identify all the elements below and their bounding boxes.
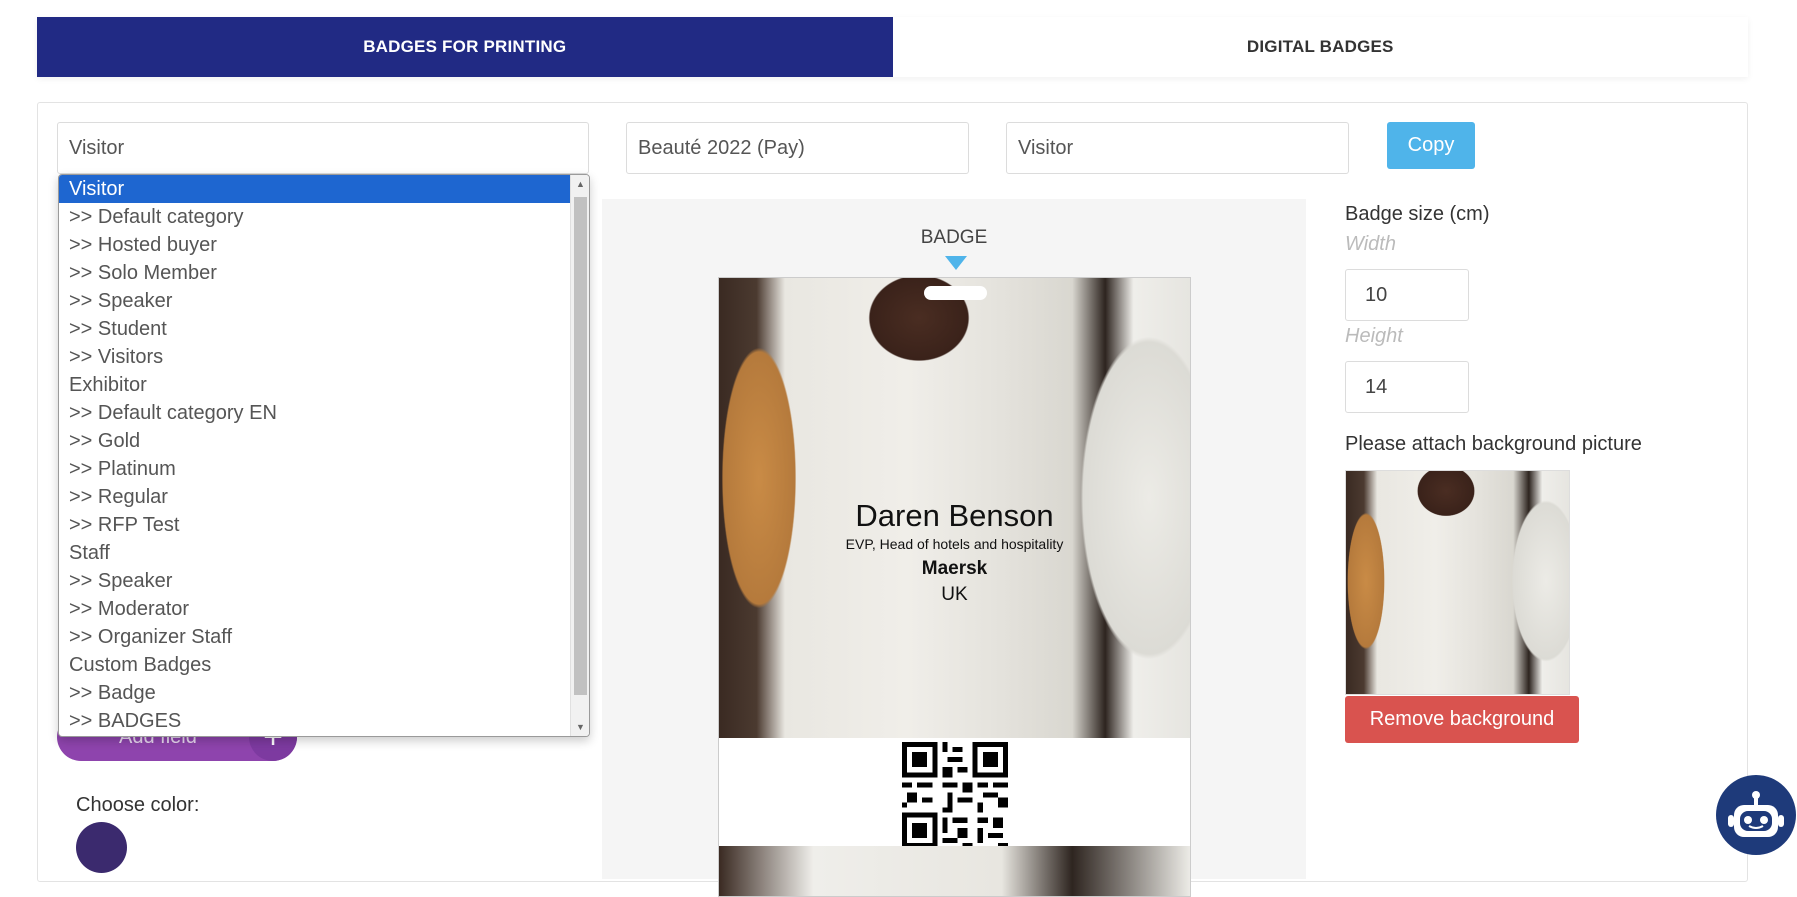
badge-country[interactable]: UK <box>719 584 1190 606</box>
height-label: Height <box>1345 325 1403 347</box>
qr-code-icon <box>902 742 1008 848</box>
badge-job-title[interactable]: EVP, Head of hotels and hospitality <box>719 536 1190 552</box>
color-swatch[interactable] <box>76 822 127 873</box>
dropdown-option[interactable]: >> Speaker <box>59 287 570 315</box>
dropdown-option[interactable]: >> BADGES <box>59 707 570 735</box>
dropdown-option[interactable]: >> Organizer Staff <box>59 623 570 651</box>
remove-background-button[interactable]: Remove background <box>1345 696 1579 743</box>
dropdown-option[interactable]: >> Badge <box>59 679 570 707</box>
badge-preview: BADGE Daren Benson EVP, Head of hotels a… <box>602 199 1306 897</box>
copy-button[interactable]: Copy <box>1387 122 1475 169</box>
category-select[interactable]: Visitor <box>57 122 589 174</box>
dropdown-option[interactable]: Exhibitor <box>59 371 570 399</box>
scroll-down-icon[interactable]: ▼ <box>571 718 589 736</box>
dropdown-option[interactable]: >> Platinum <box>59 455 570 483</box>
scroll-up-icon[interactable]: ▲ <box>571 175 589 193</box>
dropdown-option[interactable]: >> Student <box>59 315 570 343</box>
tab-badges-for-printing[interactable]: BADGES FOR PRINTING <box>37 17 893 77</box>
tab-digital-badges[interactable]: DIGITAL BADGES <box>892 17 1748 77</box>
dropdown-option[interactable]: >> Speaker <box>59 567 570 595</box>
category-dropdown-list[interactable]: Visitor >> Default category >> Hosted buye… <box>58 174 590 737</box>
dropdown-option[interactable]: >> Hosted buyer <box>59 231 570 259</box>
width-label: Width <box>1345 233 1396 255</box>
dropdown-option[interactable]: >> Default category <box>59 203 570 231</box>
target-category-select[interactable]: Visitor <box>1006 122 1349 174</box>
badge-size-title: Badge size (cm) <box>1345 203 1490 225</box>
height-input[interactable]: 14 <box>1345 361 1469 413</box>
dropdown-option[interactable]: >> Default category EN <box>59 399 570 427</box>
badge-arrow-icon <box>945 256 967 270</box>
scrollbar-thumb[interactable] <box>574 197 587 695</box>
dropdown-option[interactable]: Visitor <box>59 175 570 203</box>
dropdown-option[interactable]: Custom Badges <box>59 651 570 679</box>
dropdown-option[interactable]: >> Visitors <box>59 343 570 371</box>
attach-background-label: Please attach background picture <box>1345 433 1642 455</box>
dropdown-option[interactable]: Staff <box>59 539 570 567</box>
dropdown-option[interactable]: >> Solo Member <box>59 259 570 287</box>
chatbot-button[interactable] <box>1716 775 1796 855</box>
badge-qr-area <box>719 738 1190 848</box>
choose-color-label: Choose color: <box>76 794 200 816</box>
badge-lanyard-slot <box>924 286 987 300</box>
category-options: Visitor >> Default category >> Hosted buye… <box>59 175 570 735</box>
dropdown-option[interactable]: >> Moderator <box>59 595 570 623</box>
dropdown-option[interactable]: >> Regular <box>59 483 570 511</box>
badge-company[interactable]: Maersk <box>719 558 1190 580</box>
badge-label: BADGE <box>920 227 988 248</box>
event-select[interactable]: Beauté 2022 (Pay) <box>626 122 969 174</box>
dropdown-option[interactable]: >> RFP Test <box>59 511 570 539</box>
background-thumbnail[interactable] <box>1345 470 1570 695</box>
badge-background-bottom <box>719 846 1190 896</box>
badge-name[interactable]: Daren Benson <box>719 498 1190 534</box>
robot-icon <box>1728 791 1784 837</box>
width-input[interactable]: 10 <box>1345 269 1469 321</box>
dropdown-option[interactable]: >> Gold <box>59 427 570 455</box>
dropdown-scrollbar[interactable]: ▲ ▼ <box>570 175 589 736</box>
badge-card: Daren Benson EVP, Head of hotels and hos… <box>718 277 1191 897</box>
badge-type-tabs: BADGES FOR PRINTING DIGITAL BADGES <box>37 17 1748 77</box>
